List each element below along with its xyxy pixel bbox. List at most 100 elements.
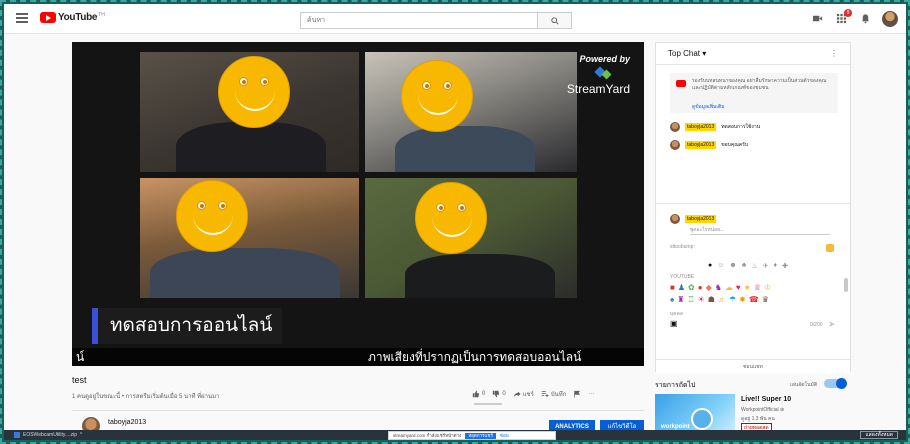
up-next-label: รายการถัดไป xyxy=(655,382,696,389)
emoji-row: ▣ xyxy=(670,319,678,328)
dislike-button[interactable]: 0 xyxy=(492,390,506,398)
emoji-icon[interactable]: ☗ xyxy=(708,295,715,304)
stop-sharing-button[interactable]: หยุดการแชร์ xyxy=(465,432,496,439)
like-ratio-bar xyxy=(474,403,502,405)
hide-chat-button[interactable]: ซ่อนแชท xyxy=(656,359,850,373)
author-avatar xyxy=(670,140,680,150)
share-label: แชร์ xyxy=(522,392,534,398)
emoji-icon[interactable]: ✸ xyxy=(739,295,746,304)
chat-header: Top Chat ▾ ⋮ xyxy=(656,43,850,65)
youtube-logo[interactable]: YouTube TH xyxy=(40,12,105,23)
recommended-channel: WorkpointOfficial ⊛ xyxy=(741,407,785,413)
hide-share-bar-button[interactable]: ซ่อน xyxy=(500,432,509,439)
category-food-icon[interactable]: ♨ xyxy=(751,262,757,270)
category-objects-icon[interactable]: ♦ xyxy=(774,262,778,270)
emoji-icon[interactable]: ♥ xyxy=(736,283,741,292)
emoji-icon[interactable]: ♛ xyxy=(762,295,769,304)
account-avatar[interactable] xyxy=(882,11,898,27)
category-nature-icon[interactable]: ♣ xyxy=(742,262,747,270)
chat-message: taboyja2013 ทดสอบการใช้งาน xyxy=(670,121,760,133)
category-recent-icon[interactable]: ● xyxy=(708,262,712,270)
chat-more-icon[interactable]: ⋮ xyxy=(830,49,838,58)
download-item[interactable]: EOSWebcamUtility....zip ^ xyxy=(14,432,82,438)
browser-viewport: YouTube TH 9 xyxy=(4,4,906,440)
emoji-icon[interactable]: ☎ xyxy=(749,295,759,304)
save-label: บันทึก xyxy=(550,392,567,398)
participant-tile-1 xyxy=(140,52,359,172)
banner-overlay: ทดสอบการออนไลน์ xyxy=(92,308,283,344)
category-smileys-icon[interactable]: ☺ xyxy=(717,262,724,270)
input-underline xyxy=(690,234,830,235)
participant-body xyxy=(150,248,340,298)
hamburger-menu-icon[interactable] xyxy=(16,13,28,23)
emoji-icon[interactable]: ♔ xyxy=(764,283,771,292)
smiley-face-icon xyxy=(218,56,290,128)
video-title: test xyxy=(72,375,87,385)
chat-input-hint[interactable]: พูดอะไรหน่อย... xyxy=(690,226,724,234)
bell-icon[interactable] xyxy=(860,13,871,24)
chat-mode-dropdown[interactable]: Top Chat ▾ xyxy=(668,49,706,58)
author-name[interactable]: taboyja2013 xyxy=(685,123,717,131)
emoji-icon[interactable]: ♞ xyxy=(715,283,722,292)
send-icon[interactable]: ➤ xyxy=(828,319,836,330)
create-video-icon[interactable] xyxy=(812,13,823,24)
download-menu-chevron-icon[interactable]: ^ xyxy=(80,432,82,438)
share-button[interactable]: แชร์ xyxy=(513,389,534,399)
emoji-icon[interactable]: ☀ xyxy=(698,295,705,304)
notice-text: รองรับบทสนทนาของคุณ อย่าลืมรักษาความเป็น… xyxy=(692,78,827,91)
recommended-title[interactable]: Live!! Super 10 xyxy=(741,396,791,403)
search-input[interactable] xyxy=(301,13,537,28)
emoji-icon[interactable]: ★ xyxy=(744,283,751,292)
search-box xyxy=(300,12,572,29)
input-author-name: taboyja2013 xyxy=(685,215,717,223)
masthead: YouTube TH 9 xyxy=(4,4,906,34)
category-people-icon[interactable]: ☻ xyxy=(729,262,736,270)
emoji-scrollbar[interactable] xyxy=(844,278,848,292)
emoji-icon[interactable]: ✿ xyxy=(688,283,695,292)
emoji-icon[interactable]: ♜ xyxy=(677,295,684,304)
autoplay-label: เล่นอัตโนมัติ xyxy=(790,382,818,388)
message-text: ขอบคุณครับ xyxy=(721,142,749,148)
show-all-downloads-button[interactable]: แสดงทั้งหมด xyxy=(860,431,898,439)
search-button[interactable] xyxy=(537,13,571,28)
search-icon xyxy=(550,16,559,25)
more-actions-button[interactable]: ··· xyxy=(588,391,594,397)
emoji-row: ♠ ♜ ♖ ☀ ☗ ♬ ☂ ✸ ☎ ♛ xyxy=(670,295,769,304)
emoji-icon[interactable]: ● xyxy=(698,283,703,292)
like-button[interactable]: 0 xyxy=(472,390,485,398)
emoji-row: ■ ♟ ✿ ● ◆ ♞ ☁ ♥ ★ ♕ ♔ xyxy=(670,283,771,292)
emoji-icon[interactable]: ♟ xyxy=(678,283,685,292)
smiley-face-icon xyxy=(415,182,487,254)
screen-share-bar: streamyard.com กำลังแชร์หน้าต่าง หยุดการ… xyxy=(388,431,556,440)
save-button[interactable]: บันทึก xyxy=(541,389,567,399)
emoji-icon[interactable]: ♬ xyxy=(718,295,726,304)
streamyard-brand: StreamYard xyxy=(566,82,630,96)
emoji-icon[interactable]: ♠ xyxy=(670,295,674,304)
super-chat-icon[interactable]: ▣ xyxy=(670,319,678,328)
category-symbols-icon[interactable]: ✚ xyxy=(782,262,788,270)
download-filename: EOSWebcamUtility....zip xyxy=(23,432,77,438)
autoplay-toggle[interactable] xyxy=(824,378,847,389)
author-name[interactable]: taboyja2013 xyxy=(685,141,717,149)
category-travel-icon[interactable]: ✈ xyxy=(763,262,769,270)
learn-more-link[interactable]: ดูข้อมูลเพิ่มเติม xyxy=(692,103,725,111)
report-button[interactable] xyxy=(573,390,581,398)
emoji-icon[interactable]: ■ xyxy=(670,283,675,292)
author-avatar xyxy=(670,122,680,132)
emoji-picker-icon[interactable] xyxy=(826,244,834,252)
youtube-icon xyxy=(676,80,686,87)
powered-by-label: Powered by xyxy=(579,54,630,64)
channel-name[interactable]: taboyja2013 xyxy=(108,419,146,426)
emoji-icon[interactable]: ☂ xyxy=(729,295,736,304)
share-status-text: streamyard.com กำลังแชร์หน้าต่าง xyxy=(393,433,462,438)
emoji-icon[interactable]: ◆ xyxy=(706,283,712,292)
streamyard-watermark: Powered by StreamYard xyxy=(567,54,630,96)
chat-message: taboyja2013 ขอบคุณครับ xyxy=(670,139,748,151)
emoji-icon[interactable]: ♖ xyxy=(687,295,694,304)
ticker-text-left: น์ xyxy=(76,350,85,364)
emoji-icon[interactable]: ♕ xyxy=(754,283,761,292)
video-player[interactable]: Powered by StreamYard ทดสอบการออนไลน์ น์… xyxy=(72,42,644,366)
emoji-icon[interactable]: ☁ xyxy=(725,283,733,292)
youtube-logo-text: YouTube xyxy=(58,12,98,23)
chat-input-field[interactable]: sttoobump: xyxy=(670,244,820,250)
